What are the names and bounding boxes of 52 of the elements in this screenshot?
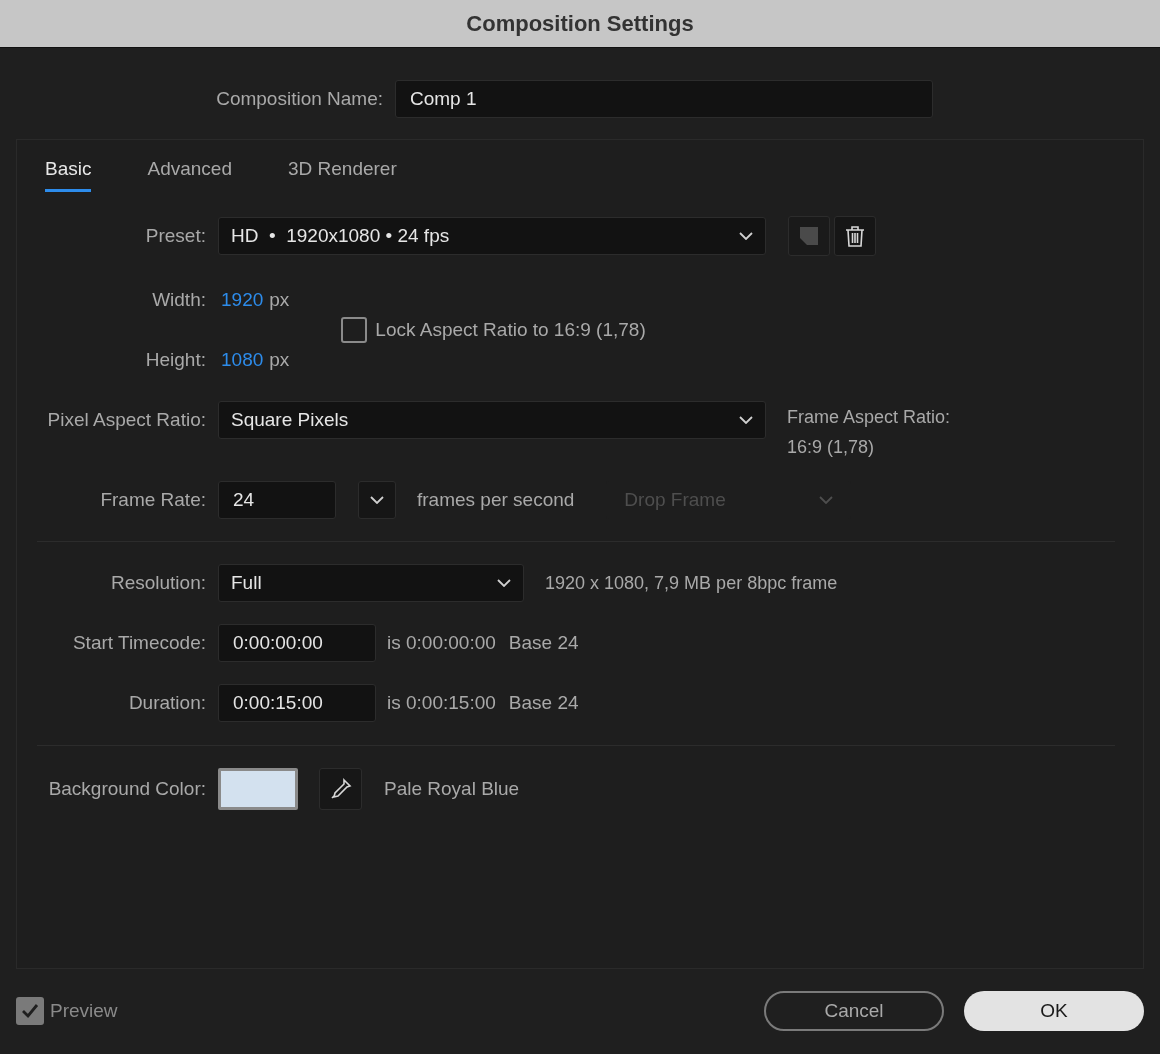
field-label: Frame Rate: [100, 487, 206, 512]
field-label: Duration: [128, 690, 206, 715]
dropdown[interactable]: Full [218, 564, 524, 602]
window-title: Composition Settings [466, 10, 694, 38]
checkbox-label: Lock Aspect Ratio to 16:9 (1,78) [375, 317, 646, 342]
input-field[interactable]: 0:00:15:00 [218, 684, 376, 722]
frame-rate-dropdown[interactable] [358, 481, 396, 519]
input-field[interactable]: 0:00:00:00 [218, 624, 376, 662]
color-name: Pale Royal Blue [384, 776, 520, 801]
dropdown[interactable]: Square Pixels [218, 401, 766, 439]
eyedropper-button[interactable] [319, 768, 362, 810]
width-value[interactable]: 1920 [221, 285, 264, 315]
unit-label: px [269, 287, 290, 312]
cancel-button[interactable]: Cancel [764, 991, 944, 1031]
resolution-info: 1920 x 1080, 7,9 MB per 8bpc frame [545, 571, 838, 595]
height-value[interactable]: 1080 [221, 345, 264, 375]
input-field[interactable]: Comp 1 [395, 80, 933, 118]
checkbox-label: Preview [50, 998, 118, 1023]
field-label: Start Timecode: [72, 630, 206, 655]
timecode-info: is 0:00:15:00 [387, 690, 496, 715]
chevron-down-icon [497, 579, 511, 587]
timecode-info: is 0:00:00:00 [387, 630, 496, 655]
chevron-down-icon [819, 496, 834, 504]
color-swatch[interactable] [218, 768, 298, 810]
frame-aspect-value: 16:9 (1,78) [787, 436, 876, 459]
tab[interactable]: Basic [45, 154, 92, 192]
field-label: Resolution: [110, 570, 206, 595]
chevron-down-icon [739, 416, 753, 424]
unit-label: px [269, 347, 290, 372]
checkmark-icon [21, 1003, 39, 1019]
lock-aspect-checkbox[interactable] [341, 317, 368, 343]
delete-button[interactable] [834, 216, 876, 256]
preview-checkbox[interactable] [16, 997, 44, 1025]
field-label: Pixel Aspect Ratio: [47, 407, 206, 432]
dropdown[interactable]: HD • 1920x1080 • 24 fps [218, 217, 766, 255]
frame-aspect-label: Frame Aspect Ratio: [787, 406, 951, 429]
trash-icon [845, 225, 865, 247]
page-icon [798, 225, 820, 247]
field-label: Height: [145, 347, 206, 372]
field-label: Width: [152, 287, 206, 312]
field-label: Background Color: [48, 776, 206, 801]
chevron-down-icon [370, 496, 384, 504]
ok-button[interactable]: OK [964, 991, 1144, 1031]
timebase-label: Base 24 [508, 630, 579, 655]
field-label: Preset: [145, 223, 206, 248]
tab[interactable]: Advanced [147, 154, 232, 192]
timebase-label: Base 24 [508, 690, 579, 715]
unit-label: frames per second [417, 487, 575, 512]
field-label: Composition Name: [216, 86, 383, 111]
input-field[interactable]: 24 [218, 481, 336, 519]
tab[interactable]: 3D Renderer [288, 154, 397, 192]
chevron-down-icon [739, 232, 753, 240]
